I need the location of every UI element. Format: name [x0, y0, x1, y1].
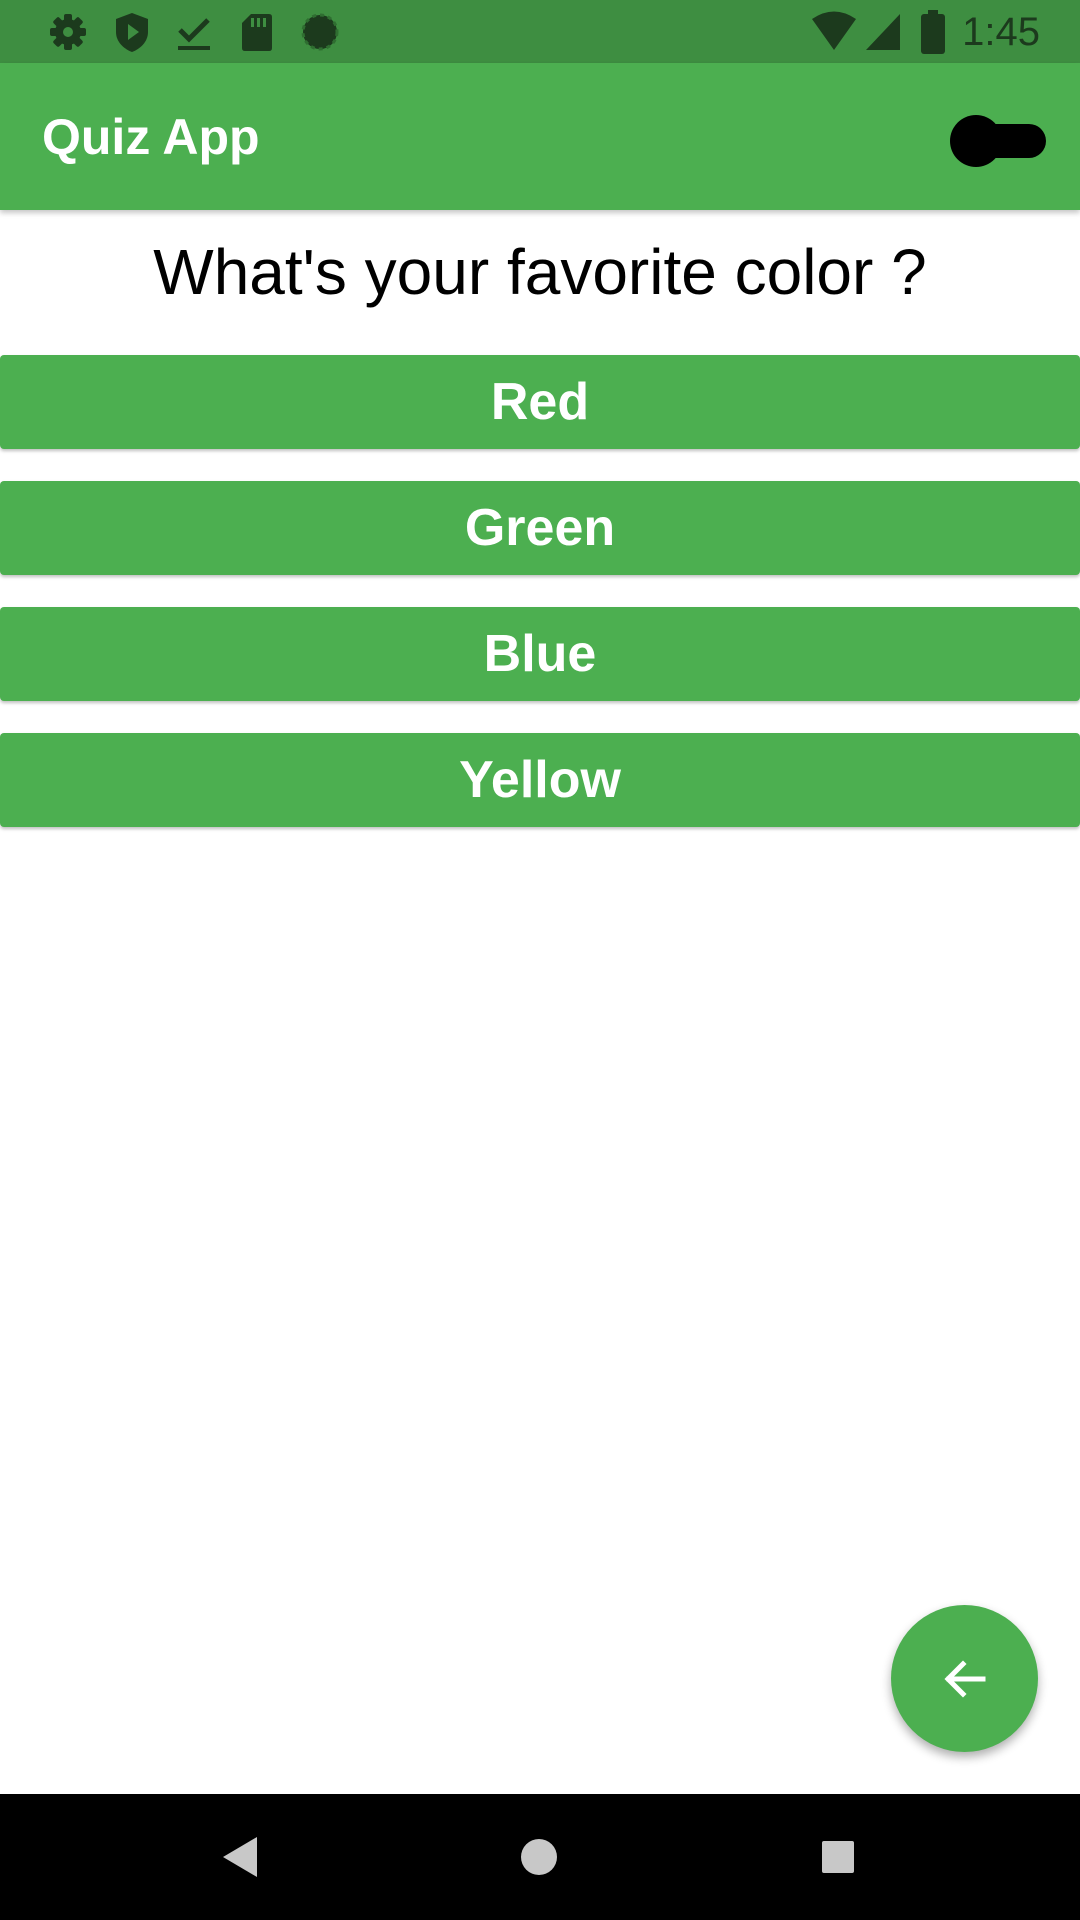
- sync-circle-icon: [298, 10, 342, 54]
- status-bar: 1:45: [0, 0, 1080, 63]
- question-text: What's your favorite color ?: [153, 236, 927, 308]
- toggle-thumb: [950, 115, 1002, 167]
- status-time: 1:45: [962, 10, 1040, 54]
- answer-button-yellow[interactable]: Yellow: [0, 733, 1080, 827]
- settings-icon: [46, 10, 90, 54]
- app-title: Quiz App: [42, 109, 260, 165]
- wifi-icon: [810, 10, 858, 54]
- nav-recents-icon[interactable]: [806, 1825, 870, 1889]
- battery-icon: [918, 10, 948, 54]
- sd-card-icon: [235, 10, 279, 54]
- back-fab-button[interactable]: [891, 1605, 1038, 1752]
- answer-button-green[interactable]: Green: [0, 481, 1080, 575]
- theme-toggle-switch[interactable]: [950, 115, 1046, 167]
- arrow-back-icon: [944, 1660, 986, 1698]
- download-done-icon: [172, 10, 216, 54]
- answer-button-blue[interactable]: Blue: [0, 607, 1080, 701]
- nav-home-icon[interactable]: [507, 1825, 571, 1889]
- answer-button-red[interactable]: Red: [0, 355, 1080, 449]
- nav-back-icon[interactable]: [209, 1825, 273, 1889]
- navigation-bar: [0, 1794, 1080, 1920]
- app-bar: Quiz App: [0, 63, 1080, 210]
- signal-icon: [864, 10, 904, 54]
- shield-play-icon: [110, 10, 154, 54]
